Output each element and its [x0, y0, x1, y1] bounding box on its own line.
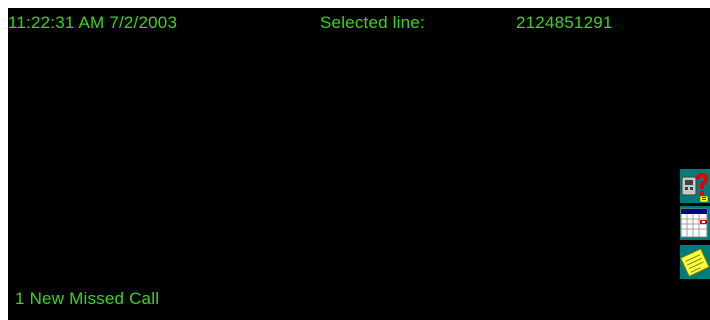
phone-help-icon[interactable]	[680, 169, 710, 203]
selected-line-label: Selected line:	[320, 13, 425, 32]
status-bar: 11:22:31 AM 7/2/2003 Selected line: 2124…	[8, 8, 710, 42]
missed-call-notification[interactable]: 1 New Missed Call	[15, 289, 159, 309]
notes-icon[interactable]	[680, 245, 710, 279]
phone-display-screen: 11:22:31 AM 7/2/2003 Selected line: 2124…	[8, 8, 710, 320]
calendar-icon[interactable]	[680, 206, 710, 240]
datetime-text: 11:22:31 AM 7/2/2003	[8, 13, 178, 32]
side-icon-toolbar	[680, 169, 710, 287]
selected-line-number: 2124851291	[516, 13, 613, 32]
